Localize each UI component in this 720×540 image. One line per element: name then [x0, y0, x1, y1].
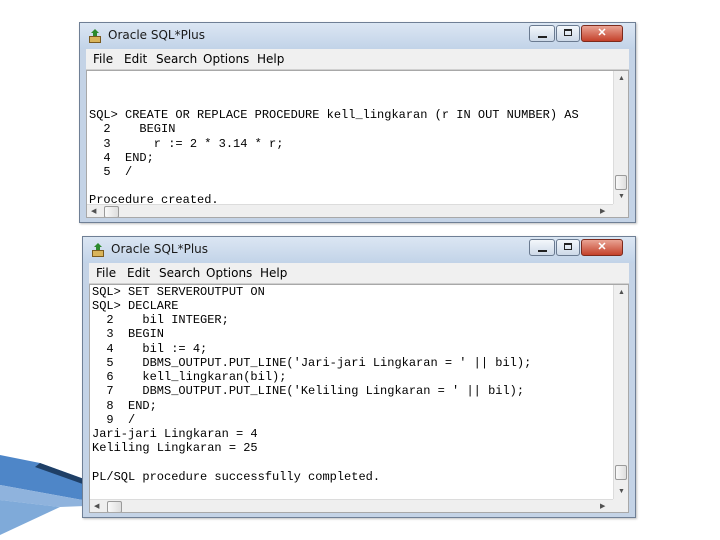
sqlplus-window-1: Oracle SQL*Plus ✕ File Edit Search Optio… [79, 22, 636, 223]
window-title: Oracle SQL*Plus [111, 242, 209, 256]
scroll-thumb[interactable] [107, 501, 122, 512]
console-line: Keliling Lingkaran = 25 [92, 441, 258, 455]
console-line: 4 bil := 4; [92, 342, 208, 356]
console-line: 2 bil INTEGER; [92, 313, 229, 327]
window-title: Oracle SQL*Plus [108, 28, 206, 42]
minimize-icon [538, 36, 547, 38]
close-icon: ✕ [597, 27, 607, 39]
scroll-up-arrow-icon[interactable]: ▲ [618, 289, 625, 297]
menu-search[interactable]: Search [159, 266, 200, 280]
size-grip[interactable] [613, 204, 628, 217]
console-output[interactable]: SQL> CREATE OR REPLACE PROCEDURE kell_li… [86, 70, 629, 218]
console-line: 2 BEGIN [89, 122, 176, 136]
menu-options[interactable]: Options [206, 266, 252, 280]
scroll-left-arrow-icon[interactable]: ◀ [94, 503, 99, 511]
menu-file[interactable]: File [93, 52, 113, 66]
horizontal-scrollbar[interactable]: ◀ ▶ [90, 499, 615, 512]
close-button[interactable]: ✕ [581, 25, 623, 42]
console-output[interactable]: SQL> SET SERVEROUTPUT ON SQL> DECLARE 2 … [89, 284, 629, 513]
console-line: 4 END; [89, 151, 154, 165]
vertical-scrollbar[interactable]: ▲ ▼ [613, 71, 628, 204]
console-line: SQL> CREATE OR REPLACE PROCEDURE kell_li… [89, 108, 579, 122]
console-line: SQL> DECLARE [92, 299, 179, 313]
close-button[interactable]: ✕ [581, 239, 623, 256]
minimize-button[interactable] [529, 25, 555, 42]
console-line: 9 / [92, 413, 136, 427]
menu-bar: File Edit Search Options Help [86, 49, 629, 70]
console-line: PL/SQL procedure successfully completed. [92, 470, 381, 484]
maximize-button[interactable] [556, 239, 580, 256]
console-line: 5 DBMS_OUTPUT.PUT_LINE('Jari-jari Lingka… [92, 356, 532, 370]
console-line: 5 / [89, 165, 133, 179]
maximize-icon [564, 243, 572, 250]
console-line: SQL> SET SERVEROUTPUT ON [92, 285, 265, 299]
scroll-down-arrow-icon[interactable]: ▼ [618, 488, 625, 496]
scroll-left-arrow-icon[interactable]: ◀ [91, 208, 96, 216]
title-bar[interactable]: Oracle SQL*Plus ✕ [83, 237, 635, 263]
menu-edit[interactable]: Edit [127, 266, 150, 280]
maximize-button[interactable] [556, 25, 580, 42]
menu-bar: File Edit Search Options Help [89, 263, 629, 284]
scroll-thumb[interactable] [615, 175, 627, 190]
close-icon: ✕ [597, 241, 607, 253]
menu-options[interactable]: Options [203, 52, 249, 66]
menu-file[interactable]: File [96, 266, 116, 280]
scroll-thumb[interactable] [104, 206, 119, 217]
minimize-button[interactable] [529, 239, 555, 256]
menu-help[interactable]: Help [260, 266, 287, 280]
console-line: 7 DBMS_OUTPUT.PUT_LINE('Keliling Lingkar… [92, 384, 525, 398]
scroll-up-arrow-icon[interactable]: ▲ [618, 75, 625, 83]
size-grip[interactable] [613, 499, 628, 512]
vertical-scrollbar[interactable]: ▲ ▼ [613, 285, 628, 499]
sqlplus-app-icon [89, 29, 101, 43]
scroll-down-arrow-icon[interactable]: ▼ [618, 193, 625, 201]
scroll-thumb[interactable] [615, 465, 627, 480]
menu-search[interactable]: Search [156, 52, 197, 66]
scroll-right-arrow-icon[interactable]: ▶ [600, 208, 605, 216]
sqlplus-app-icon [92, 243, 104, 257]
console-line: 8 END; [92, 399, 157, 413]
horizontal-scrollbar[interactable]: ◀ ▶ [87, 204, 615, 217]
maximize-icon [564, 29, 572, 36]
scroll-right-arrow-icon[interactable]: ▶ [600, 503, 605, 511]
sqlplus-window-2: Oracle SQL*Plus ✕ File Edit Search Optio… [82, 236, 636, 518]
minimize-icon [538, 250, 547, 252]
console-line: Jari-jari Lingkaran = 4 [92, 427, 258, 441]
console-line: 3 r := 2 * 3.14 * r; [89, 137, 284, 151]
title-bar[interactable]: Oracle SQL*Plus ✕ [80, 23, 635, 49]
menu-edit[interactable]: Edit [124, 52, 147, 66]
menu-help[interactable]: Help [257, 52, 284, 66]
console-line: 3 BEGIN [92, 327, 165, 341]
console-line: 6 kell_lingkaran(bil); [92, 370, 287, 384]
